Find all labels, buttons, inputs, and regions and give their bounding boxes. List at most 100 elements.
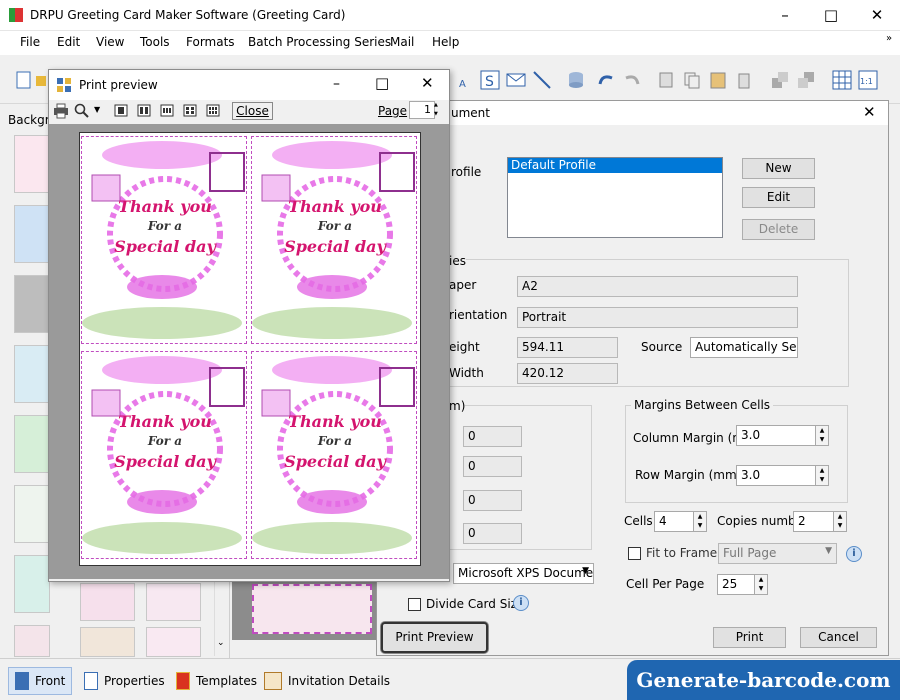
- preview-close-icon[interactable]: ✕: [421, 74, 434, 92]
- four-pages-icon[interactable]: [183, 104, 197, 117]
- margin-top-field[interactable]: 0: [463, 426, 522, 447]
- background-thumbnail[interactable]: [14, 415, 50, 473]
- margin-left-field[interactable]: 0: [463, 490, 522, 511]
- background-thumbnail[interactable]: [14, 345, 50, 403]
- profile-list-item[interactable]: Default Profile: [508, 158, 722, 173]
- copies-spinner[interactable]: ▲ ▼: [833, 511, 847, 532]
- background-thumbnail[interactable]: [14, 205, 50, 263]
- margin-bottom-field[interactable]: 0: [463, 456, 522, 477]
- cell-per-page-spinner[interactable]: ▲ ▼: [754, 574, 768, 595]
- menu-file[interactable]: File: [20, 35, 40, 49]
- zoom-icon[interactable]: [74, 103, 90, 119]
- menu-batch-processing[interactable]: Batch Processing Series: [248, 35, 391, 49]
- source-field[interactable]: Automatically Selec: [690, 337, 798, 358]
- preview-close-button[interactable]: Close: [232, 102, 273, 120]
- fit-to-frame-checkbox[interactable]: [628, 547, 641, 560]
- canvas-card-preview[interactable]: [252, 584, 372, 634]
- one-page-icon[interactable]: [114, 104, 128, 117]
- menu-bar: File Edit View Tools Formats Batch Proce…: [0, 31, 900, 55]
- new-file-icon[interactable]: [14, 70, 34, 90]
- height-field[interactable]: 594.11: [517, 337, 618, 358]
- info-icon[interactable]: i: [846, 546, 862, 562]
- info-icon[interactable]: i: [513, 595, 529, 611]
- background-thumbnail[interactable]: [146, 627, 201, 657]
- background-thumbnail[interactable]: [146, 583, 201, 621]
- menu-help[interactable]: Help: [432, 35, 459, 49]
- dialog-close-icon[interactable]: ✕: [863, 103, 876, 121]
- preview-maximize-button[interactable]: □: [375, 74, 389, 92]
- menu-edit[interactable]: Edit: [57, 35, 80, 49]
- column-margin-spinner[interactable]: ▲ ▼: [815, 425, 829, 446]
- fit-mode-select[interactable]: Full Page ▼: [718, 543, 837, 564]
- printer-icon[interactable]: [53, 103, 69, 119]
- cut-icon[interactable]: [656, 70, 676, 90]
- background-thumbnail[interactable]: [14, 555, 50, 613]
- text-icon[interactable]: A: [456, 70, 476, 90]
- row-margin-field[interactable]: 3.0: [736, 465, 816, 486]
- copy-icon[interactable]: [682, 70, 702, 90]
- background-thumbnail[interactable]: [14, 625, 50, 657]
- redo-icon[interactable]: [622, 70, 642, 90]
- minimize-button[interactable]: –: [762, 0, 808, 31]
- zoom-dropdown-chevron-icon[interactable]: ▼: [94, 105, 100, 114]
- line-icon[interactable]: [532, 70, 552, 90]
- two-pages-icon[interactable]: [137, 104, 151, 117]
- print-button[interactable]: Print: [713, 627, 786, 648]
- page-number-field[interactable]: 1: [409, 101, 435, 119]
- print-preview-button[interactable]: Print Preview: [381, 622, 488, 653]
- tab-properties[interactable]: Properties: [78, 667, 171, 695]
- copies-field[interactable]: 2: [793, 511, 834, 532]
- symbol-icon[interactable]: S: [480, 70, 500, 90]
- six-pages-icon[interactable]: [206, 104, 220, 117]
- undo-icon[interactable]: [596, 70, 616, 90]
- preview-card: Thank you For a Special day: [81, 351, 247, 559]
- page-spinner[interactable]: ▲ ▼: [434, 101, 442, 119]
- width-field[interactable]: 420.12: [517, 363, 618, 384]
- background-thumbnail[interactable]: [80, 583, 135, 621]
- cell-per-page-field[interactable]: 25: [717, 574, 755, 595]
- svg-text:1:1: 1:1: [860, 77, 873, 86]
- tab-front[interactable]: Front: [8, 667, 73, 695]
- cancel-button[interactable]: Cancel: [800, 627, 877, 648]
- send-backward-icon[interactable]: [796, 70, 816, 90]
- database-icon[interactable]: [566, 70, 586, 90]
- watermark-logo: Generate-barcode.com: [627, 660, 900, 700]
- orientation-field[interactable]: Portrait: [517, 307, 798, 328]
- menu-tools[interactable]: Tools: [140, 35, 170, 49]
- background-thumbnail[interactable]: [14, 135, 50, 193]
- cells-spinner[interactable]: ▲ ▼: [693, 511, 707, 532]
- cells-field[interactable]: 4: [654, 511, 694, 532]
- close-app-button[interactable]: ✕: [854, 0, 900, 31]
- open-folder-icon[interactable]: [36, 70, 46, 90]
- bring-forward-icon[interactable]: [770, 70, 790, 90]
- preview-minimize-button[interactable]: –: [333, 76, 340, 92]
- edit-profile-button[interactable]: Edit: [742, 187, 815, 208]
- new-profile-button[interactable]: New: [742, 158, 815, 179]
- background-thumbnail[interactable]: [14, 275, 50, 333]
- tab-invitation-details[interactable]: Invitation Details: [258, 667, 396, 695]
- preview-card: Thank you For a Special day: [81, 136, 247, 344]
- background-thumbnail[interactable]: [14, 485, 50, 543]
- menu-mail[interactable]: Mail: [390, 35, 414, 49]
- actual-size-icon[interactable]: 1:1: [858, 70, 878, 90]
- menu-view[interactable]: View: [96, 35, 124, 49]
- maximize-button[interactable]: □: [808, 0, 854, 31]
- profile-list[interactable]: Default Profile: [507, 157, 723, 238]
- printer-select[interactable]: Microsoft XPS Document ▼: [453, 563, 594, 584]
- row-margin-spinner[interactable]: ▲ ▼: [815, 465, 829, 486]
- margin-right-field[interactable]: 0: [463, 523, 522, 544]
- paste-icon[interactable]: [708, 70, 728, 90]
- mail-icon[interactable]: [506, 70, 526, 90]
- grid-icon[interactable]: [832, 70, 852, 90]
- overflow-chevron-icon[interactable]: »: [886, 33, 892, 44]
- background-thumbnail[interactable]: [80, 627, 135, 657]
- scroll-down-icon[interactable]: ⌄: [217, 638, 225, 648]
- column-margin-field[interactable]: 3.0: [736, 425, 816, 446]
- menu-formats[interactable]: Formats: [186, 35, 235, 49]
- three-pages-icon[interactable]: [160, 104, 174, 117]
- delete-icon[interactable]: [734, 70, 754, 90]
- tab-templates[interactable]: Templates: [170, 667, 263, 695]
- delete-profile-button[interactable]: Delete: [742, 219, 815, 240]
- paper-field[interactable]: A2: [517, 276, 798, 297]
- divide-card-size-checkbox[interactable]: [408, 598, 421, 611]
